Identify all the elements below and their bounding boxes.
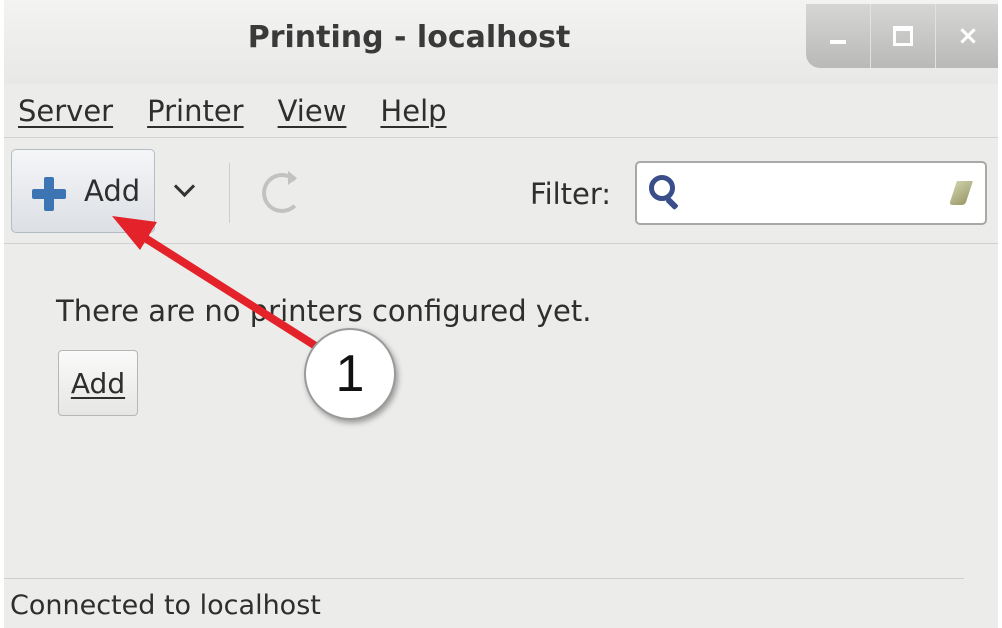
menu-help[interactable]: Help (380, 94, 446, 128)
window-title: Printing - localhost (247, 20, 571, 55)
menu-bar: Server Printer View Help (4, 84, 998, 138)
add-printer-label: Add (84, 174, 141, 208)
toolbar: Add Filter: (4, 139, 998, 244)
refresh-icon[interactable] (262, 171, 302, 213)
filter-input[interactable] (691, 171, 945, 217)
annotation-callout-number: 1 (304, 328, 396, 420)
minimize-button[interactable] (806, 4, 870, 68)
filter-field[interactable] (635, 161, 987, 225)
printer-list-area: There are no printers configured yet. Ad… (4, 244, 998, 577)
add-dropdown-button[interactable] (162, 167, 206, 211)
status-bar: Connected to localhost (10, 590, 321, 621)
title-bar[interactable]: Printing - localhost × (4, 0, 998, 84)
chevron-down-icon (173, 175, 195, 197)
maximize-button[interactable] (870, 4, 935, 68)
add-button-label: Add (70, 366, 126, 400)
add-button[interactable]: Add (58, 350, 138, 416)
filter-label: Filter: (530, 177, 612, 211)
toolbar-separator (229, 163, 230, 223)
clear-icon[interactable] (949, 175, 975, 213)
search-icon (649, 175, 679, 209)
menu-printer[interactable]: Printer (147, 94, 243, 128)
window-controls: × (806, 4, 998, 68)
add-printer-button[interactable]: Add (11, 149, 155, 233)
plus-icon (32, 177, 66, 211)
menu-view[interactable]: View (278, 94, 347, 128)
printing-window: Printing - localhost × Server Printer Vi… (4, 0, 998, 628)
no-printers-message: There are no printers configured yet. (56, 294, 592, 328)
status-divider (4, 578, 964, 579)
close-button[interactable]: × (935, 4, 998, 68)
menu-server[interactable]: Server (18, 94, 113, 128)
